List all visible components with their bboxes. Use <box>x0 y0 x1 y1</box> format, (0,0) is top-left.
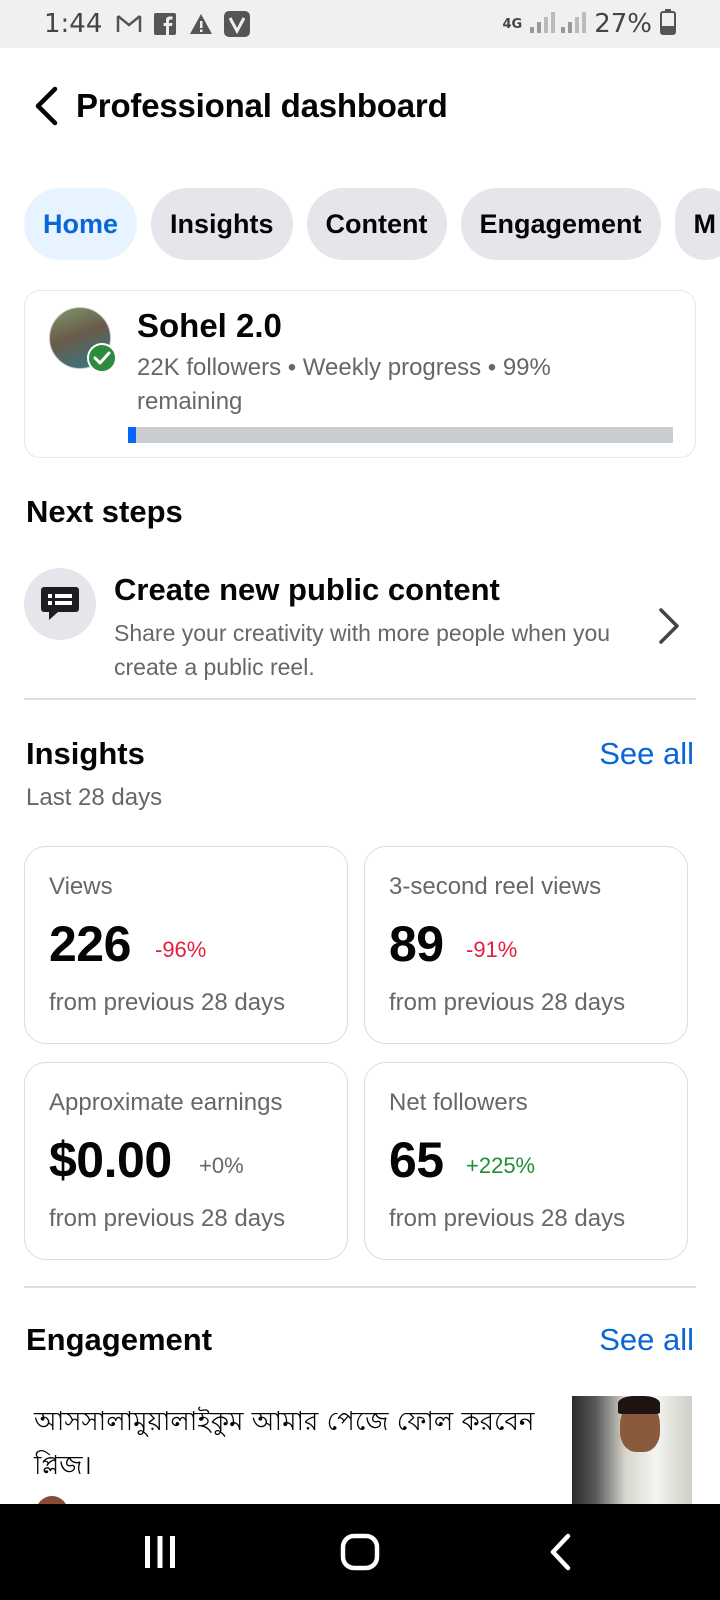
battery-percent: 27% <box>594 9 652 39</box>
network-type: 4G <box>502 16 523 32</box>
metric-value: 65 <box>389 1132 444 1188</box>
tab-more[interactable]: M <box>674 188 720 260</box>
metric-label: Views <box>49 873 113 900</box>
gmail-icon <box>116 12 142 36</box>
insights-see-all-link[interactable]: See all <box>599 736 694 772</box>
header: Professional dashboard <box>0 48 720 163</box>
progress-fill <box>128 427 136 443</box>
profile-meta: 22K followers • Weekly progress • 99% re… <box>137 354 551 415</box>
tab-content[interactable]: Content <box>306 188 447 260</box>
status-time: 1:44 <box>44 9 103 39</box>
metric-card-earnings[interactable]: Approximate earnings $0.00 +0% from prev… <box>24 1062 348 1260</box>
metric-comparison: from previous 28 days <box>49 989 286 1016</box>
vivo-icon <box>224 11 251 37</box>
insights-heading: Insights <box>26 736 145 771</box>
metric-card-views[interactable]: Views 226 -96% from previous 28 days <box>24 846 348 1044</box>
weekly-progress-bar <box>128 427 673 443</box>
facebook-icon <box>152 12 178 36</box>
system-back-icon <box>550 1533 571 1571</box>
metric-comparison: from previous 28 days <box>389 989 626 1016</box>
post-thumbnail[interactable] <box>572 1396 692 1504</box>
metric-value: 226 <box>49 916 131 972</box>
metric-change: +225% <box>466 1153 536 1178</box>
next-step-create-content[interactable]: Create new public content Share your cre… <box>24 560 696 680</box>
battery-icon <box>660 9 676 39</box>
signal-icon <box>530 11 587 37</box>
metric-change: -96% <box>155 937 207 962</box>
page-title: Professional dashboard <box>76 86 448 124</box>
metric-label: Net followers <box>389 1089 528 1116</box>
profile-card[interactable]: Sohel 2.0 22K followers • Weekly progres… <box>24 290 696 458</box>
metric-change: -91% <box>466 937 518 962</box>
next-step-title: Create new public content <box>114 572 500 607</box>
tab-bar: Home Insights Content Engagement M <box>24 188 720 260</box>
back-arrow-icon <box>35 86 58 125</box>
home-icon <box>340 1533 380 1571</box>
system-nav-bar <box>0 1504 720 1600</box>
recents-button[interactable] <box>130 1522 190 1582</box>
next-step-description: Share your creativity with more people w… <box>114 620 611 680</box>
tab-engagement[interactable]: Engagement <box>460 188 661 260</box>
metric-value: 89 <box>389 916 444 972</box>
metric-comparison: from previous 28 days <box>49 1205 286 1232</box>
verified-check-icon <box>87 343 117 373</box>
system-back-button[interactable] <box>530 1522 590 1582</box>
divider <box>24 1286 696 1288</box>
profile-name: Sohel 2.0 <box>137 307 282 344</box>
post-caption[interactable]: আসসালামুয়ালাইকুম আমার পেজে ফোল করবেন প্… <box>34 1400 554 1488</box>
metric-card-net-followers[interactable]: Net followers 65 +225% from previous 28 … <box>364 1062 688 1260</box>
next-steps-heading: Next steps <box>26 494 183 529</box>
metric-card-reel-views[interactable]: 3-second reel views 89 -91% from previou… <box>364 846 688 1044</box>
metric-change: +0% <box>199 1153 244 1178</box>
metric-label: 3-second reel views <box>389 873 602 900</box>
insights-period: Last 28 days <box>26 784 163 811</box>
recents-icon <box>145 1536 175 1568</box>
back-button[interactable] <box>26 84 66 128</box>
metric-value: $0.00 <box>49 1132 172 1188</box>
tab-insights[interactable]: Insights <box>151 188 293 260</box>
tab-home[interactable]: Home <box>24 188 138 260</box>
engagement-see-all-link[interactable]: See all <box>599 1322 694 1358</box>
metric-label: Approximate earnings <box>49 1089 283 1116</box>
chevron-right-icon <box>654 604 684 648</box>
status-bar: 1:44 4G 27% <box>0 0 720 48</box>
home-button[interactable] <box>330 1522 390 1582</box>
content-bubble-icon <box>24 568 96 640</box>
metric-comparison: from previous 28 days <box>389 1205 626 1232</box>
system-status: 4G 27% <box>502 9 676 39</box>
divider <box>24 698 696 700</box>
engagement-heading: Engagement <box>26 1322 213 1357</box>
thumbnail-hair <box>618 1396 660 1414</box>
notification-icons <box>116 11 251 37</box>
alert-icon <box>188 12 214 36</box>
